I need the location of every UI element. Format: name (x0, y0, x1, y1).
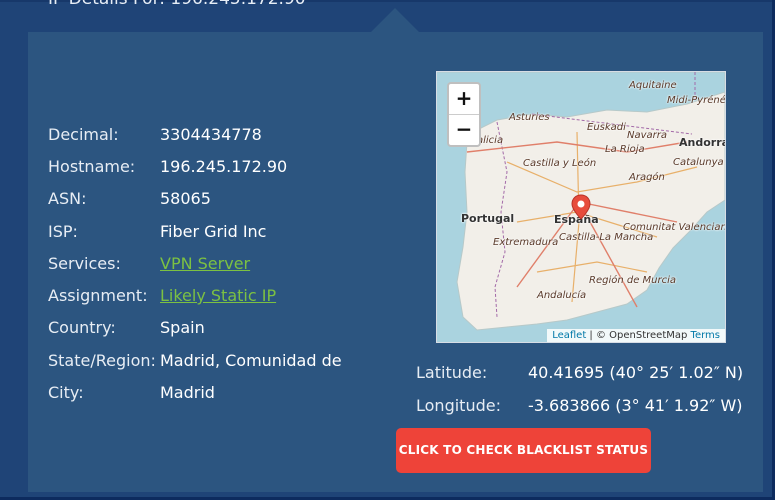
map-label-extremadura: Extremadura (493, 237, 559, 248)
card-caret (371, 8, 419, 32)
longitude-value: -3.683866 (3° 41′ 1.92″ W) (528, 396, 743, 415)
map-label-andalucia: Andalucía (537, 290, 587, 301)
map-label-portugal: Portugal (461, 212, 515, 225)
longitude-label: Longitude: (416, 396, 501, 415)
leaflet-link[interactable]: Leaflet (552, 330, 586, 341)
isp-label: ISP: (48, 222, 78, 241)
asn-label: ASN: (48, 189, 87, 208)
ip-details-title: IP Details For: 196.245.172.90 (48, 0, 306, 9)
map-label-castilla-leon: Castilla y León (523, 158, 597, 169)
map-label-valenciana: Comunitat Valenciana (623, 222, 726, 233)
map-label-aragon: Aragón (629, 172, 665, 183)
map-attribution: Leaflet | © OpenStreetMap Terms (547, 329, 725, 342)
services-label: Services: (48, 254, 121, 273)
decimal-value: 3304434778 (160, 125, 262, 144)
map-label-aquitaine: Aquitaine (629, 80, 677, 91)
map-label-euskadi: Euskadi (587, 122, 626, 133)
map-label-castilla-mancha: Castilla-La Mancha (559, 232, 654, 243)
map-label-andorra: Andorra (679, 136, 726, 149)
assignment-label: Assignment: (48, 286, 148, 305)
map-label-rioja: La Rioja (605, 144, 645, 155)
latitude-label: Latitude: (416, 363, 488, 382)
city-label: City: (48, 383, 84, 402)
terms-link[interactable]: Terms (691, 330, 720, 341)
map-label-asturies: Asturies (509, 112, 550, 123)
osm-attribution-text: | © OpenStreetMap (586, 330, 691, 341)
location-map[interactable]: Aquitaine Midi-Pyréné Asturies Euskadi a… (436, 71, 726, 343)
asn-value: 58065 (160, 189, 211, 208)
country-label: Country: (48, 318, 116, 337)
decimal-label: Decimal: (48, 125, 119, 144)
map-label-murcia: Región de Murcia (589, 275, 677, 286)
state-label: State/Region: (48, 351, 156, 370)
hostname-label: Hostname: (48, 157, 136, 176)
zoom-in-button[interactable]: + (449, 84, 479, 115)
city-value: Madrid (160, 383, 215, 402)
assignment-link[interactable]: Likely Static IP (160, 286, 276, 305)
latitude-value: 40.41695 (40° 25′ 1.02″ N) (528, 363, 744, 382)
check-blacklist-button[interactable]: CLICK TO CHECK BLACKLIST STATUS (396, 428, 651, 473)
zoom-out-button[interactable]: − (449, 115, 479, 145)
location-marker-icon[interactable] (571, 194, 591, 220)
map-zoom-control: + − (447, 82, 481, 147)
hostname-value: 196.245.172.90 (160, 157, 288, 176)
country-value: Spain (160, 318, 205, 337)
state-value: Madrid, Comunidad de (160, 351, 342, 370)
isp-value: Fiber Grid Inc (160, 222, 267, 241)
services-link[interactable]: VPN Server (160, 254, 250, 273)
map-label-navarra: Navarra (627, 130, 668, 141)
map-label-catalunya: Catalunya (673, 157, 724, 168)
map-label-midi: Midi-Pyréné (667, 95, 726, 106)
